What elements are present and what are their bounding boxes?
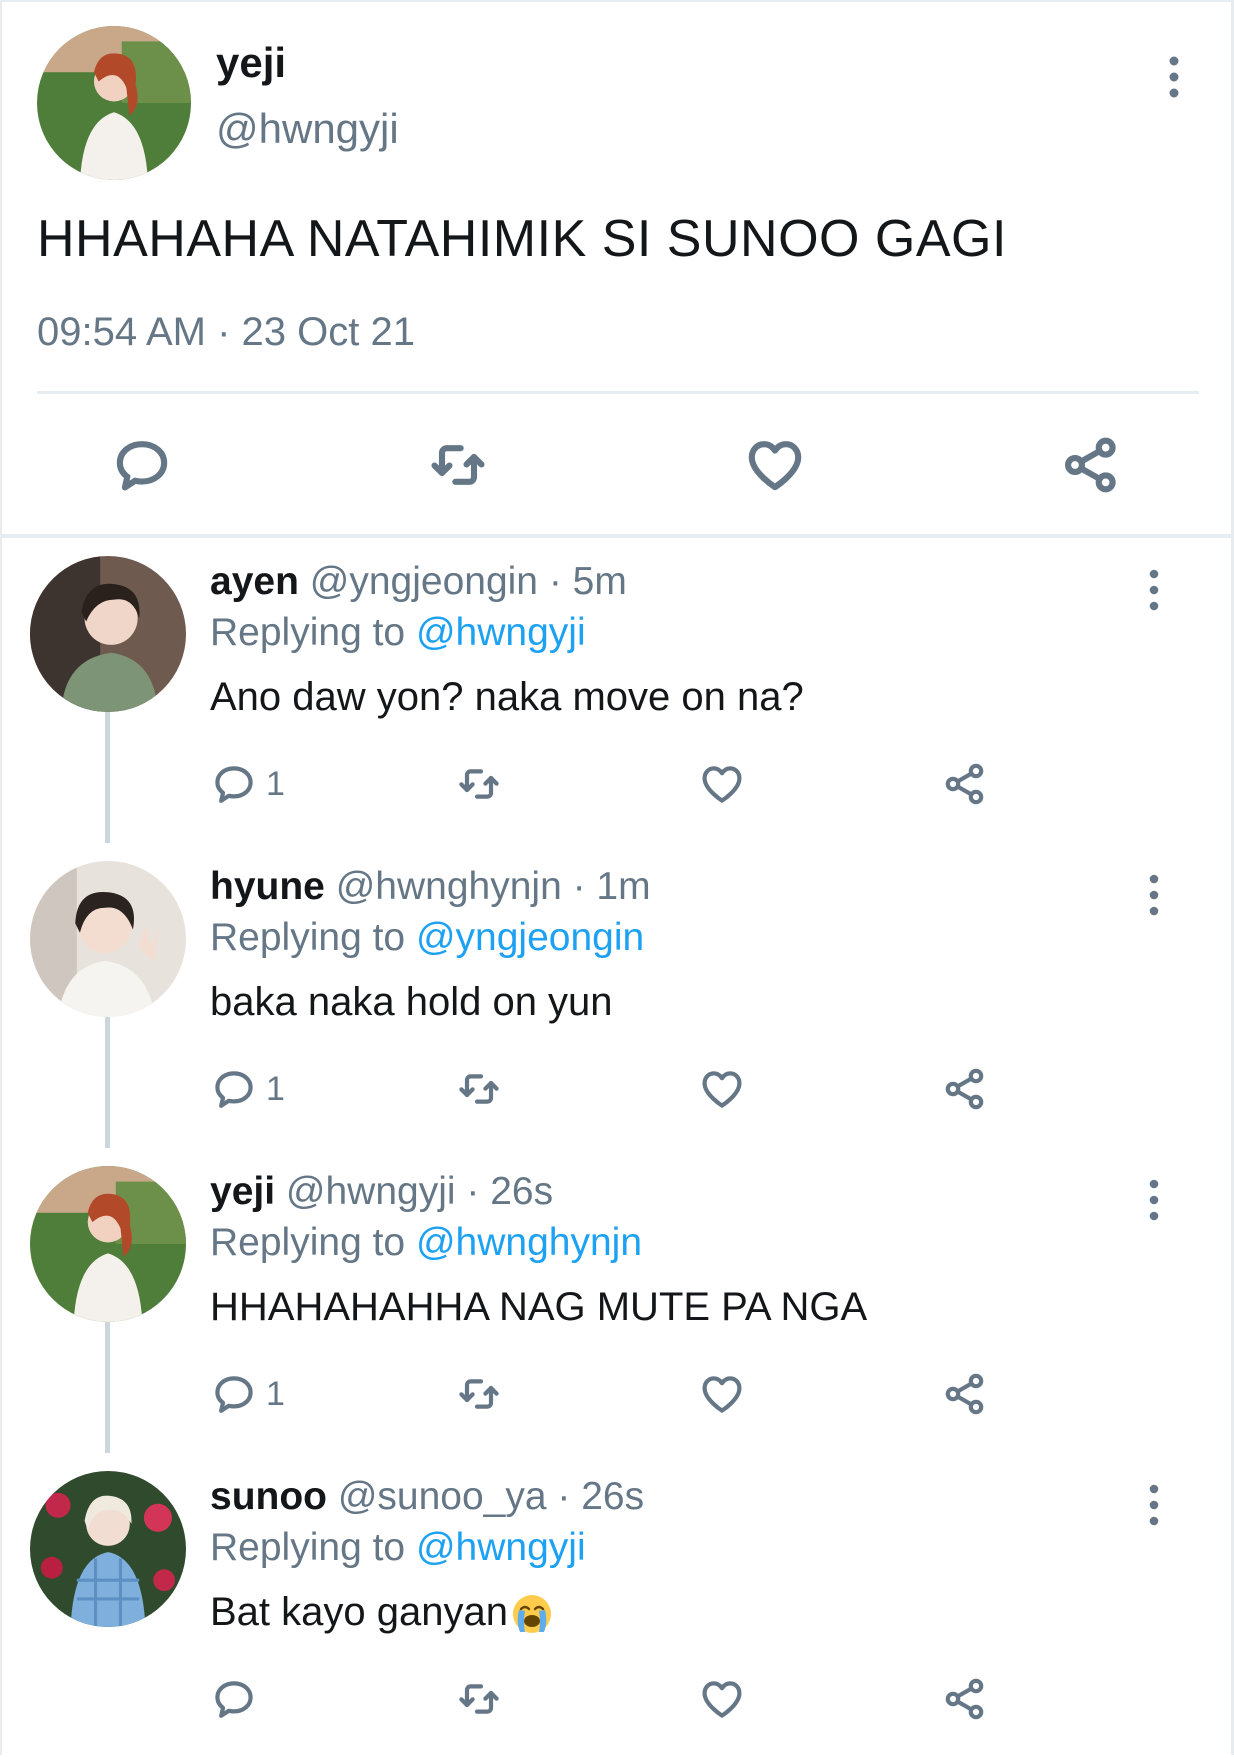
author-handle-time[interactable]: @hwnghynjn · 1m: [325, 865, 651, 908]
avatar[interactable]: [37, 26, 191, 180]
reply-header: hyune @hwnghynjn · 1m: [210, 863, 651, 911]
reply-count: 1: [266, 1374, 285, 1413]
reply-header: ayen @yngjeongin · 5m: [210, 558, 627, 606]
reply-icon: [215, 1376, 253, 1413]
more-icon[interactable]: [1134, 1176, 1174, 1224]
share-icon[interactable]: [941, 1368, 989, 1420]
retweet-icon[interactable]: [455, 758, 503, 810]
author-handle-time[interactable]: @hwngyji · 26s: [275, 1170, 553, 1213]
reply-text: baka naka hold on yun: [210, 980, 613, 1024]
like-icon[interactable]: [698, 1063, 746, 1115]
retweet-icon[interactable]: [455, 1368, 503, 1420]
reply-tweet: ayen @yngjeongin · 5m Replying to @hwngy…: [0, 538, 1234, 843]
author-handle-time[interactable]: @yngjeongin · 5m: [299, 560, 627, 603]
retweet-icon[interactable]: [455, 1673, 503, 1725]
more-icon[interactable]: [1154, 52, 1194, 102]
author-name[interactable]: yeji: [210, 1170, 275, 1213]
reply-button[interactable]: [210, 1673, 266, 1725]
share-icon[interactable]: [941, 758, 989, 810]
replying-to-label: Replying to: [210, 916, 416, 959]
reply-count: 1: [266, 764, 285, 803]
reply-button[interactable]: 1: [210, 1063, 285, 1115]
loudly-crying-face-icon: [513, 1595, 551, 1634]
reply-icon: [215, 766, 253, 803]
reply-tweet: hyune @hwnghynjn · 1m Replying to @yngje…: [0, 843, 1234, 1148]
reply-icon: [215, 1071, 253, 1108]
avatar[interactable]: [30, 861, 186, 1017]
reply-text: Ano daw yon? naka move on na?: [210, 675, 804, 719]
replying-to: Replying to @hwngyji: [210, 609, 586, 657]
retweet-icon[interactable]: [426, 433, 490, 497]
author-name[interactable]: hyune: [210, 865, 325, 908]
reply-tweet: yeji @hwngyji · 26s Replying to @hwnghyn…: [0, 1148, 1234, 1453]
thread-line: [105, 712, 110, 843]
avatar-photo-yeji: [30, 1166, 186, 1322]
share-icon[interactable]: [941, 1673, 989, 1725]
avatar-photo-ayen: [30, 556, 186, 712]
thread-line: [105, 1322, 110, 1453]
more-icon[interactable]: [1134, 1481, 1174, 1529]
avatar-photo-sunoo: [30, 1471, 186, 1627]
avatar-photo-yeji: [37, 26, 191, 180]
reply-header: sunoo @sunoo_ya · 26s: [210, 1473, 644, 1521]
author-name[interactable]: yeji: [216, 38, 286, 88]
mention-link[interactable]: @hwnghynjn: [416, 1221, 642, 1264]
author-name[interactable]: ayen: [210, 560, 299, 603]
like-icon[interactable]: [743, 433, 807, 497]
author-handle[interactable]: @hwngyji: [216, 104, 399, 154]
mention-link[interactable]: @hwngyji: [416, 1526, 586, 1569]
like-icon[interactable]: [698, 758, 746, 810]
replying-to: Replying to @hwnghynjn: [210, 1219, 642, 1267]
avatar[interactable]: [30, 1471, 186, 1627]
reply-tweet: sunoo @sunoo_ya · 26s Replying to @hwngy…: [0, 1453, 1234, 1758]
reply-header: yeji @hwngyji · 26s: [210, 1168, 553, 1216]
avatar-photo-hyune: [30, 861, 186, 1017]
replying-to-label: Replying to: [210, 611, 416, 654]
avatar[interactable]: [30, 1166, 186, 1322]
share-icon[interactable]: [1059, 433, 1123, 497]
reply-text: HHAHAHAHHA NAG MUTE PA NGA: [210, 1285, 868, 1329]
more-icon[interactable]: [1134, 871, 1174, 919]
divider: [37, 391, 1199, 394]
thread-line: [105, 1017, 110, 1148]
tweet-timestamp[interactable]: 09:54 AM · 23 Oct 21: [37, 307, 415, 357]
avatar[interactable]: [30, 556, 186, 712]
reply-icon: [215, 1681, 253, 1718]
replying-to: Replying to @yngjeongin: [210, 914, 644, 962]
like-icon[interactable]: [698, 1368, 746, 1420]
retweet-icon[interactable]: [455, 1063, 503, 1115]
reply-text-content: Bat kayo ganyan: [210, 1590, 508, 1634]
reply-button[interactable]: 1: [210, 1368, 285, 1420]
replying-to-label: Replying to: [210, 1221, 416, 1264]
frame-top-border: [0, 0, 1234, 2]
tweet-text: HHAHAHA NATAHIMIK SI SUNOO GAGI: [37, 210, 1007, 268]
reply-text: Bat kayo ganyan: [210, 1587, 554, 1637]
replying-to: Replying to @hwngyji: [210, 1524, 586, 1572]
reply-count: 1: [266, 1069, 285, 1108]
replying-to-label: Replying to: [210, 1526, 416, 1569]
author-handle-time[interactable]: @sunoo_ya · 26s: [327, 1475, 644, 1518]
share-icon[interactable]: [941, 1063, 989, 1115]
reply-button[interactable]: 1: [210, 758, 285, 810]
author-name[interactable]: sunoo: [210, 1475, 327, 1518]
more-icon[interactable]: [1134, 566, 1174, 614]
like-icon[interactable]: [698, 1673, 746, 1725]
mention-link[interactable]: @yngjeongin: [416, 916, 644, 959]
mention-link[interactable]: @hwngyji: [416, 611, 586, 654]
reply-icon[interactable]: [110, 433, 174, 497]
